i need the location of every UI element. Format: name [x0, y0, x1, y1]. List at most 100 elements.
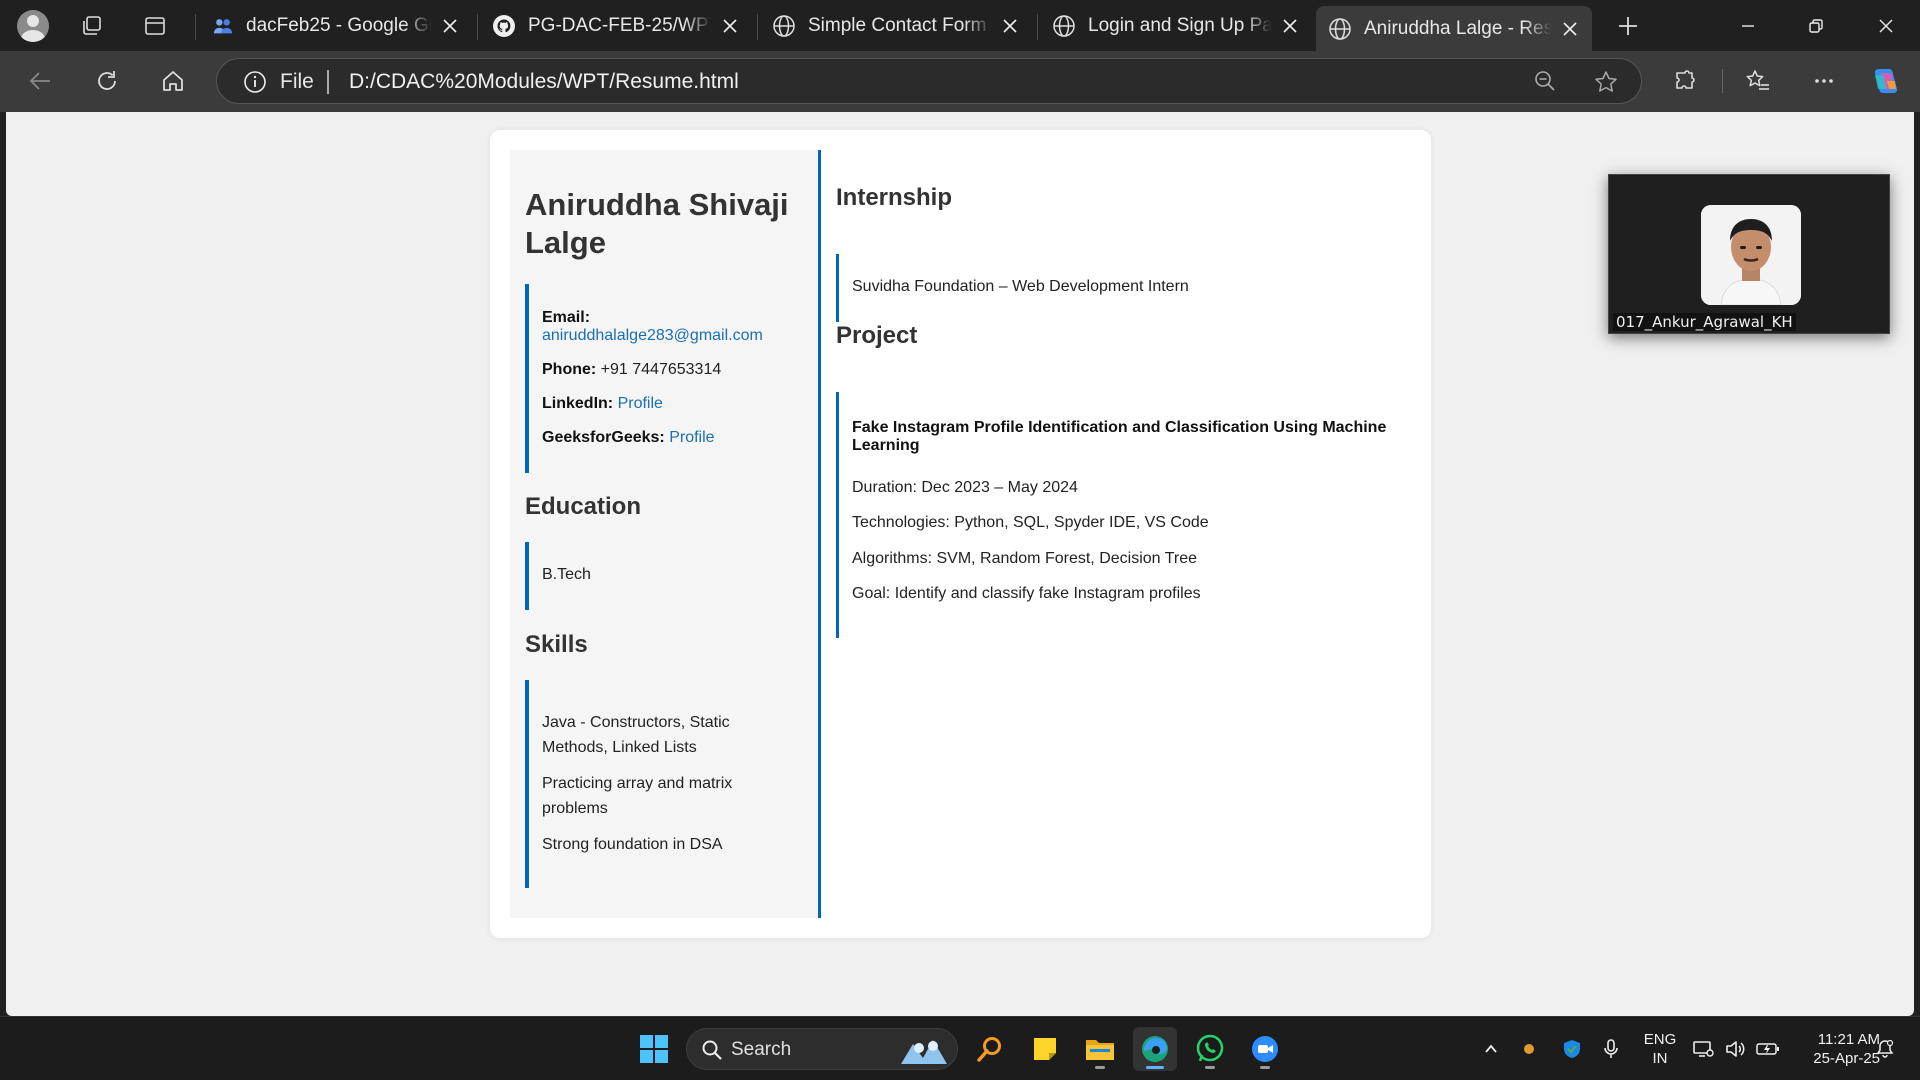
- tab-github-practice[interactable]: PG-DAC-FEB-25/WPT/Practice: [480, 6, 752, 46]
- show-hidden-icons-button[interactable]: [1476, 1017, 1506, 1080]
- tab-resume-active[interactable]: Aniruddha Lalge - Resume: [1316, 6, 1592, 51]
- info-icon[interactable]: [243, 70, 267, 94]
- globe-icon: [1329, 17, 1351, 40]
- phone-label: Phone:: [542, 361, 597, 378]
- taskbar-zoom[interactable]: [1243, 1027, 1287, 1071]
- close-icon: [1283, 19, 1297, 33]
- taskbar-edge[interactable]: [1133, 1027, 1177, 1071]
- more-options-button[interactable]: [1803, 61, 1845, 101]
- notifications-button[interactable]: [1870, 1017, 1900, 1080]
- tray-battery[interactable]: [1754, 1017, 1782, 1080]
- participant-portrait-icon: [1701, 205, 1801, 305]
- favorite-star-icon[interactable]: [1593, 69, 1619, 95]
- tray-app-indicator[interactable]: [1514, 1017, 1544, 1080]
- tray-network[interactable]: [1690, 1017, 1716, 1080]
- tab-title: Login and Sign Up Page: [1088, 15, 1272, 36]
- profile-button[interactable]: [13, 8, 53, 44]
- close-tab-button[interactable]: [998, 14, 1022, 38]
- battery-charging-icon: [1756, 1043, 1779, 1055]
- new-tab-button[interactable]: [1610, 8, 1646, 44]
- taskbar-whatsapp[interactable]: [1188, 1027, 1232, 1071]
- taskbar-search-app[interactable]: [968, 1027, 1012, 1071]
- address-bar[interactable]: File D:/CDAC%20Modules/WPT/Resume.html: [216, 58, 1642, 104]
- linkedin-label: LinkedIn:: [542, 395, 614, 412]
- email-label: Email:: [542, 309, 591, 326]
- speaker-icon: [1726, 1041, 1745, 1057]
- close-icon: [1003, 19, 1017, 33]
- tab-separator: [195, 14, 196, 40]
- favorites-button[interactable]: [1737, 61, 1779, 101]
- windows-taskbar: Search ENG IN 11:21 AM 25-Apr-25: [0, 1016, 1920, 1080]
- copilot-button[interactable]: [1864, 61, 1906, 101]
- minimize-button[interactable]: [1714, 0, 1782, 51]
- linkedin-profile-link[interactable]: Profile: [618, 395, 663, 412]
- email-link[interactable]: aniruddhalalge283@gmail.com: [542, 327, 763, 344]
- restore-button[interactable]: [1782, 0, 1850, 51]
- close-tab-button[interactable]: [718, 14, 742, 38]
- edge-browser-icon: [1142, 1036, 1168, 1062]
- tray-app-icon: [1524, 1044, 1534, 1054]
- phone-row: Phone: +91 7447653314: [542, 361, 721, 379]
- close-window-button[interactable]: [1852, 0, 1920, 51]
- gfg-profile-link[interactable]: Profile: [669, 429, 714, 446]
- tray-microphone[interactable]: [1596, 1017, 1626, 1080]
- tab-google-groups[interactable]: dacFeb25 - Google Groups: [200, 6, 472, 46]
- running-indicator: [1095, 1066, 1105, 1069]
- minimize-icon: [1742, 24, 1754, 27]
- whatsapp-icon: [1196, 1034, 1224, 1062]
- education-item: B.Tech: [542, 566, 591, 583]
- search-highlight-illustration-icon: [901, 1040, 947, 1064]
- favorites-list-icon: [1746, 70, 1769, 90]
- tray-volume[interactable]: [1722, 1017, 1748, 1080]
- close-tab-button[interactable]: [1558, 17, 1582, 41]
- skill-item: Strong foundation in DSA: [542, 836, 723, 853]
- close-tab-button[interactable]: [438, 14, 462, 38]
- running-indicator: [1146, 1066, 1164, 1069]
- project-duration: Duration: Dec 2023 – May 2024: [852, 479, 1078, 496]
- tab-separator: [477, 14, 478, 40]
- folder-icon: [1086, 1040, 1114, 1060]
- start-button[interactable]: [632, 1027, 676, 1071]
- avatar: [17, 10, 49, 42]
- extensions-button[interactable]: [1664, 61, 1706, 101]
- back-button[interactable]: [20, 61, 62, 101]
- close-tab-button[interactable]: [1278, 14, 1302, 38]
- language-indicator[interactable]: ENG IN: [1640, 1030, 1680, 1068]
- tab-simple-contact-form[interactable]: Simple Contact Form: [760, 6, 1032, 46]
- language-code: ENG: [1643, 1031, 1677, 1048]
- tab-separator: [757, 14, 758, 40]
- globe-icon: [773, 15, 795, 37]
- tab-actions-button[interactable]: [137, 8, 173, 44]
- refresh-button[interactable]: [86, 61, 128, 101]
- tab-login-signup[interactable]: Login and Sign Up Page: [1040, 6, 1312, 46]
- workspaces-icon: [83, 16, 101, 35]
- network-monitor-icon: [1693, 1041, 1714, 1057]
- resume-left-column: Aniruddha Shivaji Lalge Email: aniruddha…: [510, 150, 821, 918]
- home-button[interactable]: [152, 61, 194, 101]
- tray-security[interactable]: [1556, 1017, 1588, 1080]
- address-divider: [327, 70, 329, 94]
- workspaces-button[interactable]: [74, 8, 110, 44]
- taskbar-file-explorer[interactable]: [1078, 1027, 1122, 1071]
- zoom-out-icon[interactable]: [1533, 69, 1557, 93]
- taskbar-search[interactable]: Search: [686, 1028, 958, 1070]
- url-text[interactable]: D:/CDAC%20Modules/WPT/Resume.html: [349, 70, 739, 94]
- shield-icon: [1564, 1040, 1580, 1058]
- system-clock[interactable]: 11:21 AM 25-Apr-25: [1790, 1030, 1880, 1068]
- magnifier-app-icon: [977, 1037, 1001, 1062]
- zoom-app-icon: [1252, 1036, 1278, 1062]
- tab-actions-icon: [145, 17, 165, 35]
- taskbar-sticky-notes[interactable]: [1023, 1027, 1067, 1071]
- extensions-icon: [1676, 70, 1695, 89]
- video-call-overlay[interactable]: 017_Ankur_Agrawal_KH: [1608, 174, 1890, 334]
- search-icon: [702, 1040, 722, 1060]
- close-icon: [443, 19, 457, 33]
- globe-icon: [1053, 15, 1075, 37]
- browser-toolbar: File D:/CDAC%20Modules/WPT/Resume.html: [0, 51, 1920, 112]
- internship-item: Suvidha Foundation – Web Development Int…: [852, 278, 1189, 295]
- gfg-label: GeeksforGeeks:: [542, 429, 665, 446]
- running-indicator: [1205, 1066, 1215, 1069]
- tab-title: Aniruddha Lalge - Resume: [1364, 17, 1552, 39]
- tab-title: PG-DAC-FEB-25/WPT/Practice: [528, 15, 712, 36]
- project-title: Fake Instagram Profile Identification an…: [852, 419, 1387, 454]
